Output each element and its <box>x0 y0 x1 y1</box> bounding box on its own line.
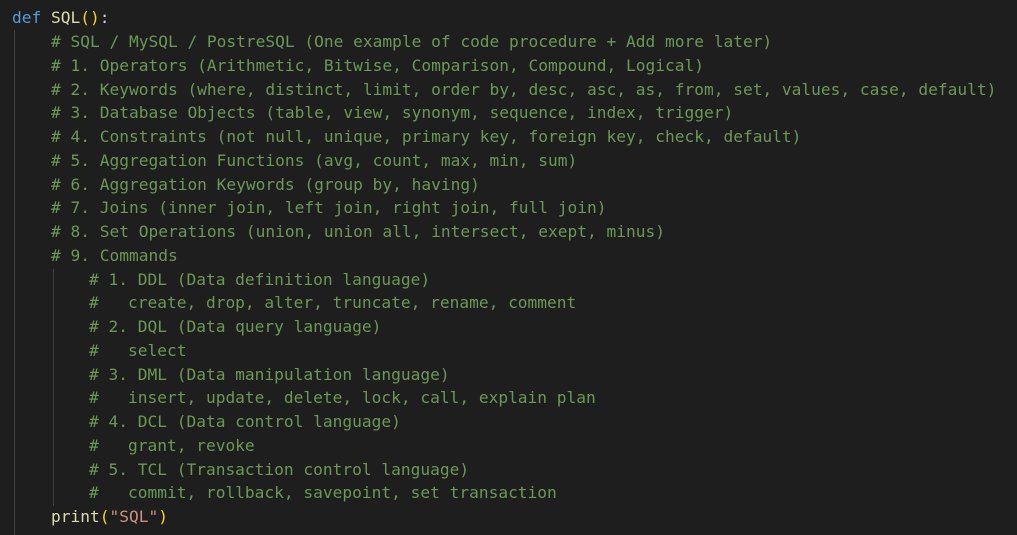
def-keyword: def <box>12 8 42 27</box>
comment-line: # 1. Operators (Arithmetic, Bitwise, Com… <box>51 56 704 75</box>
comment-line: # 9. Commands <box>51 246 178 265</box>
open-paren: ( <box>80 8 90 27</box>
nested-comment-line: # 1. DDL (Data definition language) <box>89 270 431 289</box>
comment-line: # 2. Keywords (where, distinct, limit, o… <box>51 80 997 99</box>
indent-guide-nested <box>53 269 54 506</box>
colon: : <box>99 8 110 27</box>
nested-comment-line: # create, drop, alter, truncate, rename,… <box>89 293 577 312</box>
nested-comment-line: # 4. DCL (Data control language) <box>89 412 401 431</box>
code-editor[interactable]: def SQL(): # SQL / MySQL / PostreSQL (On… <box>0 0 1017 535</box>
nested-comment-line: # grant, revoke <box>89 436 255 455</box>
comment-line: # 4. Constraints (not null, unique, prim… <box>51 127 802 146</box>
nested-comment-line: # 2. DQL (Data query language) <box>89 317 382 336</box>
print-function: print <box>51 507 100 526</box>
nested-comment-line: # insert, update, delete, lock, call, ex… <box>89 388 596 407</box>
print-close-paren: ) <box>158 507 168 526</box>
nested-comment-line: # 5. TCL (Transaction control language) <box>89 460 470 479</box>
indent-guide <box>14 30 15 535</box>
code-line-def: def SQL(): <box>12 6 110 30</box>
function-name: SQL <box>51 8 81 27</box>
print-string: "SQL" <box>109 507 159 526</box>
nested-comment-line: # commit, rollback, savepoint, set trans… <box>89 483 557 502</box>
nested-comment-line: # 3. DML (Data manipulation language) <box>89 365 450 384</box>
comment-line: # 3. Database Objects (table, view, syno… <box>51 103 734 122</box>
code-line-print: print("SQL") <box>51 505 168 529</box>
comment-line: # SQL / MySQL / PostreSQL (One example o… <box>51 32 773 51</box>
comment-line: # 7. Joins (inner join, left join, right… <box>51 198 607 217</box>
comment-line: # 6. Aggregation Keywords (group by, hav… <box>51 175 480 194</box>
comment-line: # 8. Set Operations (union, union all, i… <box>51 222 665 241</box>
nested-comment-line: # select <box>89 341 187 360</box>
comment-line: # 5. Aggregation Functions (avg, count, … <box>51 151 578 170</box>
close-paren: ) <box>90 8 100 27</box>
